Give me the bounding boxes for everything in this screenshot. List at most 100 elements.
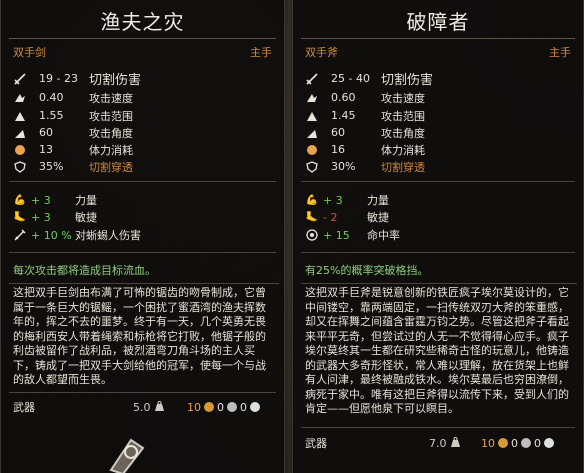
accuracy-icon	[305, 228, 319, 242]
bonus-label: 敏捷	[75, 211, 97, 224]
stat-label: 体力消耗	[381, 143, 425, 157]
weight-value: 7.0	[429, 436, 447, 450]
stamina-icon	[13, 143, 27, 157]
agility-icon: 🦶	[13, 211, 27, 223]
stat-value: 1.45	[331, 109, 356, 122]
stat-value: 0.60	[331, 91, 356, 104]
silver-coin-icon	[521, 438, 531, 448]
stat-value: 35%	[39, 160, 64, 173]
stat-attack-angle: 60 攻击角度	[13, 124, 133, 141]
copper-amount: 0	[534, 436, 541, 450]
stat-attack-speed: 0.60 攻击速度	[305, 89, 425, 106]
stat-value: 16	[331, 143, 345, 156]
bonus-value: + 3	[31, 193, 51, 207]
divider	[9, 392, 276, 393]
bonus-label: 命中率	[367, 229, 400, 242]
item-weight: 7.0	[429, 436, 461, 450]
divider	[9, 38, 276, 39]
stat-label: 攻击角度	[381, 126, 425, 140]
divider	[301, 38, 575, 39]
weight-value: 5.0	[133, 400, 151, 414]
stat-value: 0.40	[39, 91, 64, 104]
divider	[301, 427, 575, 428]
stat-value: 19 - 23	[39, 72, 78, 85]
bonus-label: 力量	[75, 194, 97, 207]
stat-attack-speed: 0.40 攻击速度	[13, 89, 133, 106]
bonus-label: 敏捷	[367, 211, 389, 224]
bonus-accuracy: + 15 命中率	[305, 227, 400, 243]
stat-label: 切割穿透	[89, 160, 133, 174]
bonus-value: + 3	[323, 193, 343, 207]
copper-amount: 0	[240, 400, 247, 414]
attack-speed-icon	[13, 91, 27, 105]
item-category: 武器	[13, 401, 35, 414]
cut-penetration-icon	[305, 160, 319, 174]
item-description: 这把双手巨剑由布满了可怖的锯齿的吻骨制成，它曾属于一条巨大的锯鳐，一个困扰了蜜酒…	[9, 283, 279, 390]
attack-range-icon	[305, 109, 319, 123]
bonus-value: + 10 %	[31, 228, 72, 242]
divider	[9, 252, 276, 253]
stat-label: 攻击角度	[89, 126, 133, 140]
stat-label: 切割伤害	[89, 73, 142, 88]
sword-icon	[13, 228, 27, 242]
stat-value: 30%	[331, 160, 356, 173]
stat-attack-range: 1.55 攻击范围	[13, 107, 133, 124]
stat-cut-penetration: 35% 切割穿透	[13, 158, 133, 175]
hand-slot: 主手	[549, 46, 571, 59]
agility-icon: 🦶	[305, 211, 319, 223]
weapon-type: 双手剑	[13, 46, 46, 59]
copper-coin-icon	[544, 438, 554, 448]
item-tooltip-right: 破障者 双手斧 主手 25 - 40 切割伤害 0.60 攻击速度 1.45 攻…	[292, 0, 584, 473]
bonus-value: + 3	[31, 210, 51, 224]
bonus-strength: 💪 + 3 力量	[13, 192, 97, 208]
copper-coin-icon	[250, 402, 260, 412]
item-price: 10 0 0	[187, 401, 260, 414]
stat-label: 攻击速度	[381, 91, 425, 105]
stat-label: 攻击范围	[89, 109, 133, 123]
bonus-value: + 15	[323, 228, 350, 242]
stat-label: 攻击速度	[89, 91, 133, 105]
weight-icon	[154, 400, 164, 411]
stat-label: 体力消耗	[89, 143, 133, 157]
item-title: 破障者	[406, 10, 470, 34]
gold-amount: 10	[481, 436, 495, 450]
special-effect: 有25%的概率突破格挡。	[305, 264, 429, 277]
divider	[9, 181, 276, 182]
bonus-lizardman-damage: + 10 % 对蜥蜴人伤害	[13, 227, 141, 243]
cut-damage-icon	[305, 72, 319, 86]
stat-label: 切割伤害	[381, 73, 434, 88]
stat-value: 60	[331, 126, 345, 139]
strength-icon: 💪	[305, 194, 319, 206]
stat-value: 25 - 40	[331, 72, 370, 85]
item-tooltip-left: 渔夫之灾 双手剑 主手 19 - 23 切割伤害 0.40 攻击速度 1.55 …	[0, 0, 285, 473]
item-category: 武器	[305, 437, 327, 450]
stat-attack-range: 1.45 攻击范围	[305, 107, 425, 124]
gold-coin-icon	[204, 402, 214, 412]
bonus-agility: 🦶 + 3 敏捷	[13, 209, 97, 225]
item-weight: 5.0	[133, 400, 165, 414]
special-effect: 每次攻击都将造成目标流血。	[13, 264, 156, 277]
item-price: 10 0 0	[481, 437, 554, 450]
bonus-label: 对蜥蜴人伤害	[75, 229, 141, 242]
attack-speed-icon	[305, 91, 319, 105]
attack-angle-icon	[305, 126, 319, 140]
attack-angle-icon	[13, 126, 27, 140]
cut-penetration-icon	[13, 160, 27, 174]
silver-coin-icon	[227, 402, 237, 412]
gold-coin-icon	[498, 438, 508, 448]
bonus-agility: 🦶 - 2 敏捷	[305, 209, 389, 225]
item-description: 这把双手巨斧是锐意创新的铁匠疯子埃尔莫设计的，它中间镂空，靠两端固定，一扫传统双…	[301, 283, 577, 419]
item-footer: 武器 5.0 10 0 0	[13, 398, 274, 416]
item-title: 渔夫之灾	[100, 10, 185, 34]
cut-damage-icon	[13, 72, 27, 86]
hand-slot: 主手	[250, 46, 272, 59]
divider	[301, 252, 575, 253]
stat-value: 1.55	[39, 109, 64, 122]
stamina-icon	[305, 143, 319, 157]
bonus-value: - 2	[323, 210, 338, 224]
strength-icon: 💪	[13, 194, 27, 206]
weapon-type: 双手斧	[305, 46, 338, 59]
stat-label: 攻击范围	[381, 109, 425, 123]
silver-amount: 0	[217, 400, 224, 414]
stat-cut-damage: 19 - 23 切割伤害	[13, 70, 141, 88]
